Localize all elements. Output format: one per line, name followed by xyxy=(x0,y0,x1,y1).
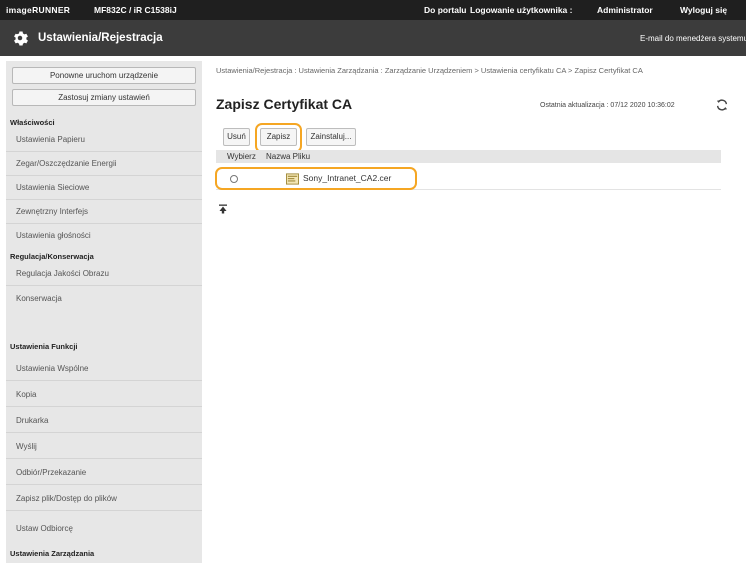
sidebar-section-adjustment: Regulacja/Konserwacja xyxy=(10,252,94,261)
logout-link[interactable]: Wyloguj się xyxy=(680,5,727,15)
sidebar-item-external-interface[interactable]: Zewnętrzny Interfejs xyxy=(6,200,202,224)
refresh-icon[interactable] xyxy=(715,98,729,112)
sidebar-item-volume[interactable]: Ustawienia głośności xyxy=(6,224,202,248)
delete-button[interactable]: Usuń xyxy=(223,128,250,146)
sidebar-section-function-settings: Ustawienia Funkcji xyxy=(10,342,78,351)
gear-icon xyxy=(14,31,28,46)
last-updated: Ostatnia aktualizacja : 07/12 2020 10:36… xyxy=(540,102,675,109)
sidebar-item-common-settings[interactable]: Ustawienia Wspólne xyxy=(6,357,202,381)
install-button[interactable]: Zainstaluj... xyxy=(306,128,356,146)
sidebar-section-management-settings: Ustawienia Zarządzania xyxy=(10,549,95,558)
sidebar-item-printer[interactable]: Drukarka xyxy=(6,409,202,433)
sidebar-item-network[interactable]: Ustawienia Sieciowe xyxy=(6,176,202,200)
file-row-highlight xyxy=(215,167,417,190)
page-title: Zapisz Certyfikat CA xyxy=(216,96,353,112)
device-model: MF832C / iR C1538iJ xyxy=(94,5,177,15)
column-header-file-name: Nazwa Pliku xyxy=(266,152,311,161)
brand-name: imageRUNNER xyxy=(6,5,71,15)
breadcrumb: Ustawienia/Rejestracja : Ustawienia Zarz… xyxy=(216,66,643,75)
column-header-select: Wybierz xyxy=(227,152,256,161)
top-bar: imageRUNNER MF832C / iR C1538iJ Do porta… xyxy=(0,0,746,20)
apply-settings-button[interactable]: Zastosuj zmiany ustawień xyxy=(12,89,196,106)
sidebar-item-set-destination[interactable]: Ustaw Odbiorcę xyxy=(6,517,202,541)
sidebar-item-image-quality[interactable]: Regulacja Jakości Obrazu xyxy=(6,262,202,286)
table-header: Wybierz Nazwa Pliku xyxy=(216,150,721,163)
sidebar-item-paper-settings[interactable]: Ustawienia Papieru xyxy=(6,128,202,152)
login-label: Logowanie użytkownika : xyxy=(470,5,573,15)
email-admin-link[interactable]: E-mail do menedżera systemu xyxy=(640,34,746,43)
sidebar: Ponowne uruchom urządzenie Zastosuj zmia… xyxy=(6,61,202,563)
sidebar-item-copy[interactable]: Kopia xyxy=(6,383,202,407)
header-bar: Ustawienia/Rejestracja E-mail do menedże… xyxy=(0,20,746,56)
sidebar-item-maintenance[interactable]: Konserwacja xyxy=(6,287,202,311)
page-section-title: Ustawienia/Rejestracja xyxy=(38,32,163,44)
logged-user: Administrator xyxy=(597,5,653,15)
save-button-highlight xyxy=(255,123,302,153)
sidebar-item-send[interactable]: Wyślij xyxy=(6,435,202,459)
sidebar-section-properties: Właściwości xyxy=(10,118,55,127)
sidebar-item-store-access-files[interactable]: Zapisz plik/Dostęp do plików xyxy=(6,487,202,511)
sidebar-item-receive-forward[interactable]: Odbiór/Przekazanie xyxy=(6,461,202,485)
back-to-top-icon[interactable] xyxy=(218,204,228,214)
sidebar-item-timer-energy[interactable]: Zegar/Oszczędzanie Energii xyxy=(6,152,202,176)
restart-device-button[interactable]: Ponowne uruchom urządzenie xyxy=(12,67,196,84)
portal-link[interactable]: Do portalu xyxy=(424,5,467,15)
main-content: Ustawienia/Rejestracja : Ustawienia Zarz… xyxy=(210,61,746,563)
